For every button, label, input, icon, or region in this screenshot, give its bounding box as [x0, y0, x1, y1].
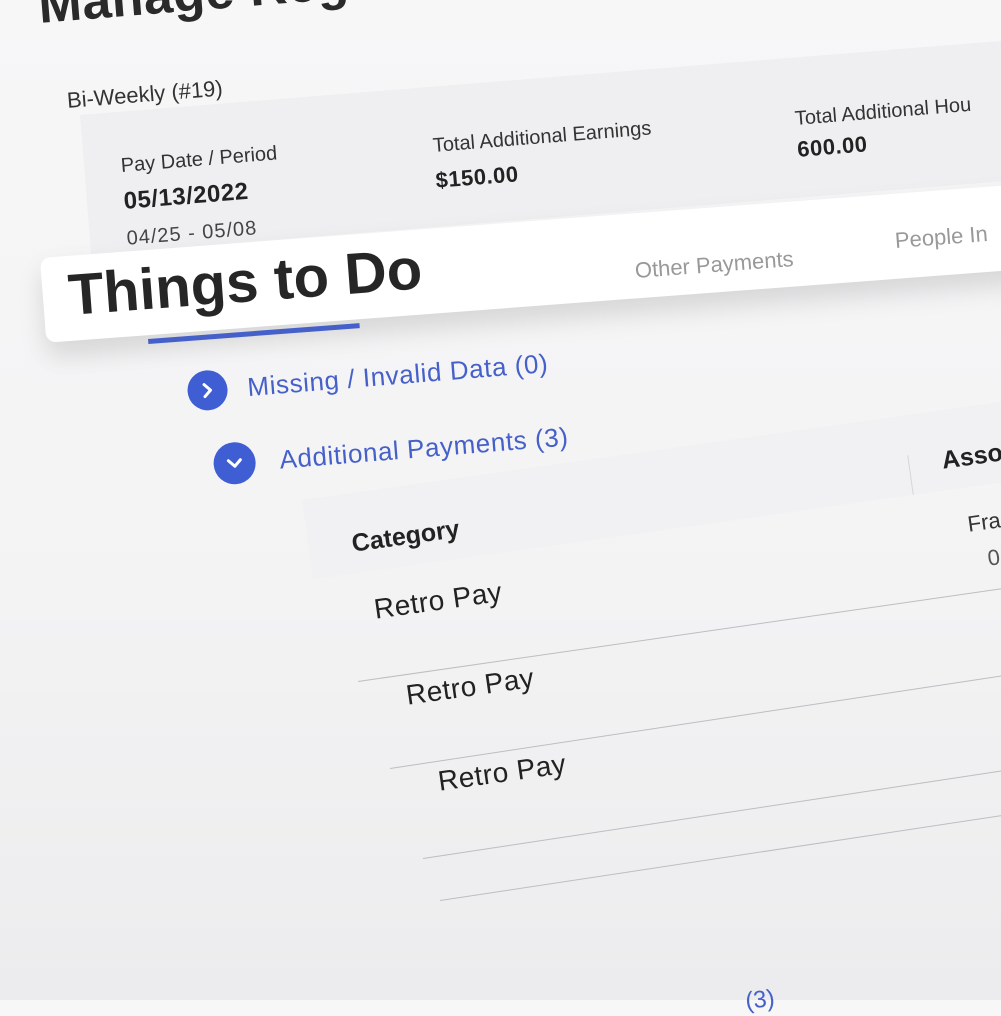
pay-date-block: Pay Date / Period 05/13/2022 04/25 - 05/… — [120, 142, 284, 250]
table-row-category: Retro Pay — [372, 576, 505, 625]
table-row-category: Retro Pay — [404, 662, 537, 711]
cell-value: 0 — [986, 544, 1001, 571]
column-subheader: Fra — [966, 507, 1001, 537]
pay-date-value: 05/13/2022 — [122, 177, 250, 215]
accordion-label: Missing / Invalid Data (0) — [246, 347, 550, 402]
chevron-right-icon — [186, 368, 230, 412]
row-divider — [440, 811, 1001, 901]
page-title: Manage Regular Payroll — [36, 0, 639, 36]
table-row-category: Retro Pay — [436, 748, 569, 797]
accordion-label: Additional Payments (3) — [278, 420, 570, 475]
accordion-missing-data[interactable]: Missing / Invalid Data (0) — [186, 343, 550, 412]
chevron-down-icon — [212, 440, 258, 486]
section-count-fragment: (3) — [744, 984, 777, 1015]
